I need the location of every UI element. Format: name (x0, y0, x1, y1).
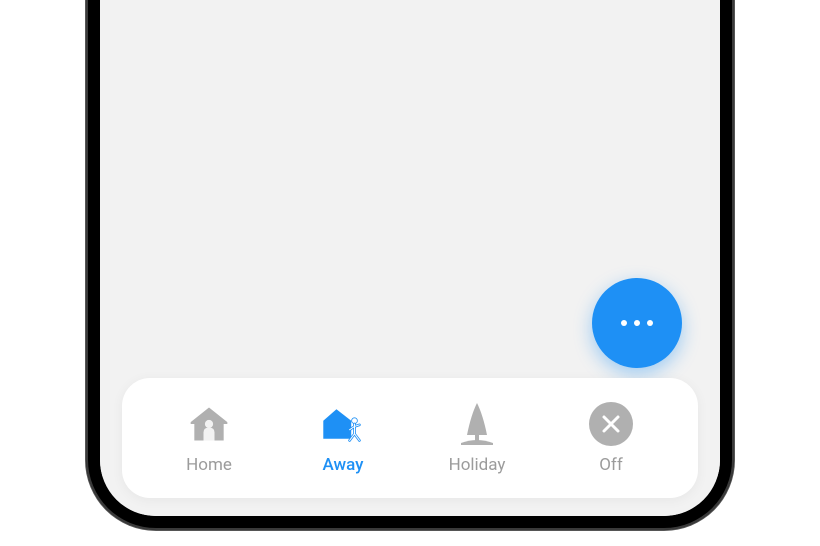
nav-label-away: Away (323, 455, 364, 475)
away-icon (320, 401, 366, 447)
phone-screen: Home Away (100, 0, 720, 516)
nav-label-home: Home (186, 455, 232, 475)
holiday-icon (454, 401, 500, 447)
nav-item-off[interactable]: Off (544, 401, 678, 475)
off-icon (588, 401, 634, 447)
nav-item-away[interactable]: Away (276, 401, 410, 475)
nav-item-home[interactable]: Home (142, 401, 276, 475)
nav-label-holiday: Holiday (449, 455, 506, 475)
nav-item-holiday[interactable]: Holiday (410, 401, 544, 475)
nav-label-off: Off (599, 455, 623, 475)
fab-more-button[interactable] (592, 278, 682, 368)
more-icon (621, 320, 653, 326)
home-icon (186, 401, 232, 447)
phone-frame: Home Away (86, 0, 734, 530)
content-area: Home Away (100, 0, 720, 516)
bottom-nav: Home Away (122, 378, 698, 498)
